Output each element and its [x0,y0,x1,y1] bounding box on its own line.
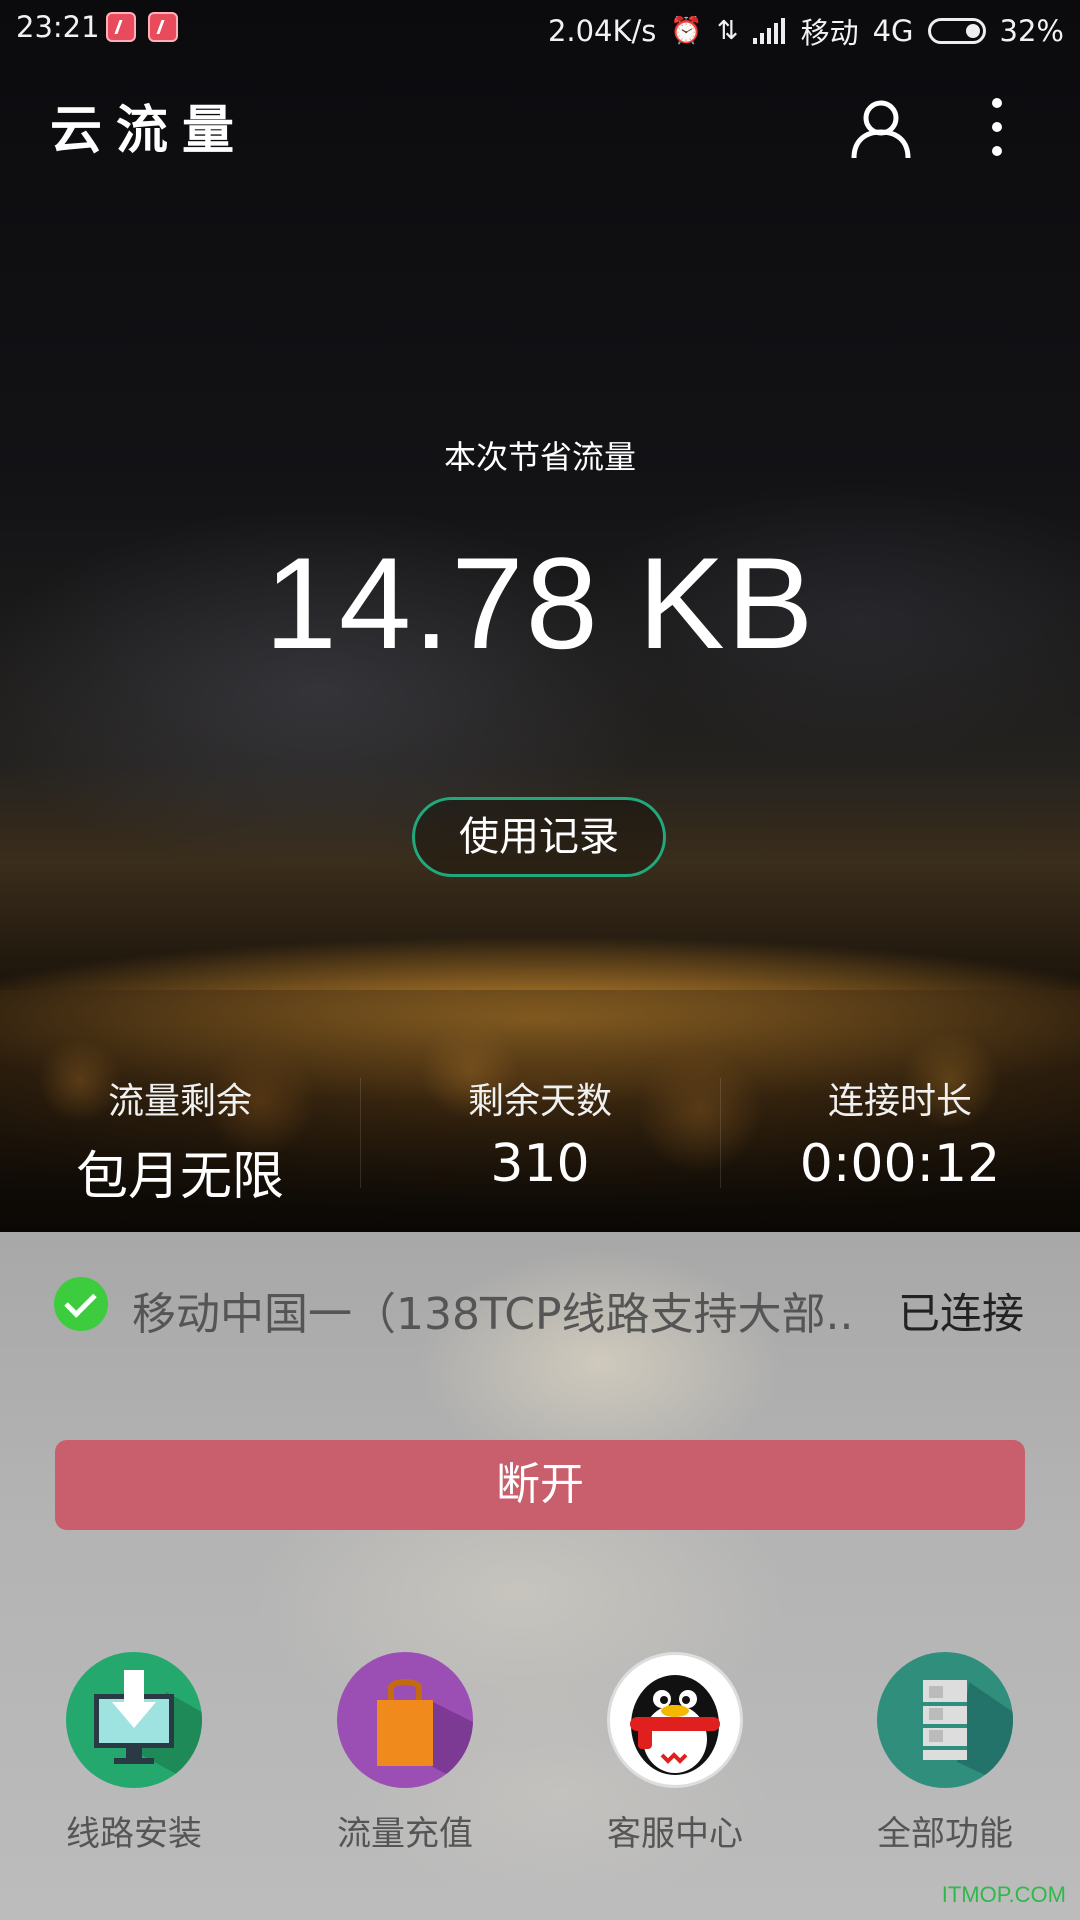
stat-value: 0:00:12 [799,1134,1001,1194]
net-speed: 2.04K/s [547,14,657,48]
bottom-panel: 移动中国一（138TCP线路支持大部.. 已连接 断开 线路安装 流量充值 客服… [0,1232,1080,1920]
data-transfer-icon: ⇅ [716,16,739,46]
feature-label: 客服中心 [607,1814,743,1854]
feature-line-install[interactable]: 线路安装 [34,1652,234,1855]
stat-value: 包月无限 [75,1147,284,1207]
stat-remaining-traffic: 流量剩余 包月无限 [0,1068,360,1208]
server-stack-icon [877,1652,1013,1788]
install-monitor-icon [66,1652,202,1788]
status-bar: 23:21 2.04K/s ⏰ ⇅ 移动 4G 32% [0,0,1080,56]
feature-label: 线路安装 [66,1814,202,1854]
more-vert-icon[interactable] [985,98,1009,156]
status-time: 23:21 [16,10,100,44]
app-title: 云流量 [50,101,249,161]
alarm-icon: ⏰ [670,16,703,46]
flash-notification-icon [106,12,136,42]
feature-customer-service[interactable]: 客服中心 [575,1652,775,1855]
feature-all-functions[interactable]: 全部功能 [845,1652,1045,1855]
battery-percent: 32% [999,14,1064,48]
feature-recharge[interactable]: 流量充值 [305,1652,505,1855]
flash-notification-icon [148,12,178,42]
check-circle-icon [54,1277,108,1331]
network-type: 4G [872,14,914,48]
feature-label: 全部功能 [877,1814,1013,1854]
stats-row: 流量剩余 包月无限 剩余天数 310 连接时长 0:00:12 [0,1068,1080,1208]
feature-label: 流量充值 [337,1814,473,1854]
stat-value: 310 [490,1134,590,1194]
qq-penguin-icon [607,1652,743,1788]
line-name[interactable]: 移动中国一（138TCP线路支持大部.. [132,1278,852,1342]
carrier-name: 移动 [800,16,859,50]
user-icon[interactable] [850,96,912,160]
usage-history-button[interactable]: 使用记录 [412,797,666,877]
saved-traffic-label: 本次节省流量 [443,438,636,476]
stat-label: 连接时长 [827,1081,972,1122]
connection-status: 已连接 [897,1289,1024,1338]
shopping-bag-icon [337,1652,473,1788]
stat-label: 流量剩余 [107,1081,252,1122]
watermark-text: ITMOP.COM [941,1882,1066,1907]
stat-remaining-days: 剩余天数 310 [360,1068,720,1208]
saved-traffic-value: 14.78 KB [264,530,816,676]
stat-connection-duration: 连接时长 0:00:12 [720,1068,1080,1208]
line-selector-row[interactable]: 移动中国一（138TCP线路支持大部.. 已连接 [0,1232,1080,1382]
disconnect-button[interactable]: 断开 [55,1440,1025,1530]
battery-icon [927,18,986,44]
feature-grid: 线路安装 流量充值 客服中心 全部功能 [0,1652,1080,1855]
stat-label: 剩余天数 [467,1081,612,1122]
signal-icon [752,18,785,44]
status-right: 2.04K/s ⏰ ⇅ 移动 4G 32% [548,10,1064,52]
